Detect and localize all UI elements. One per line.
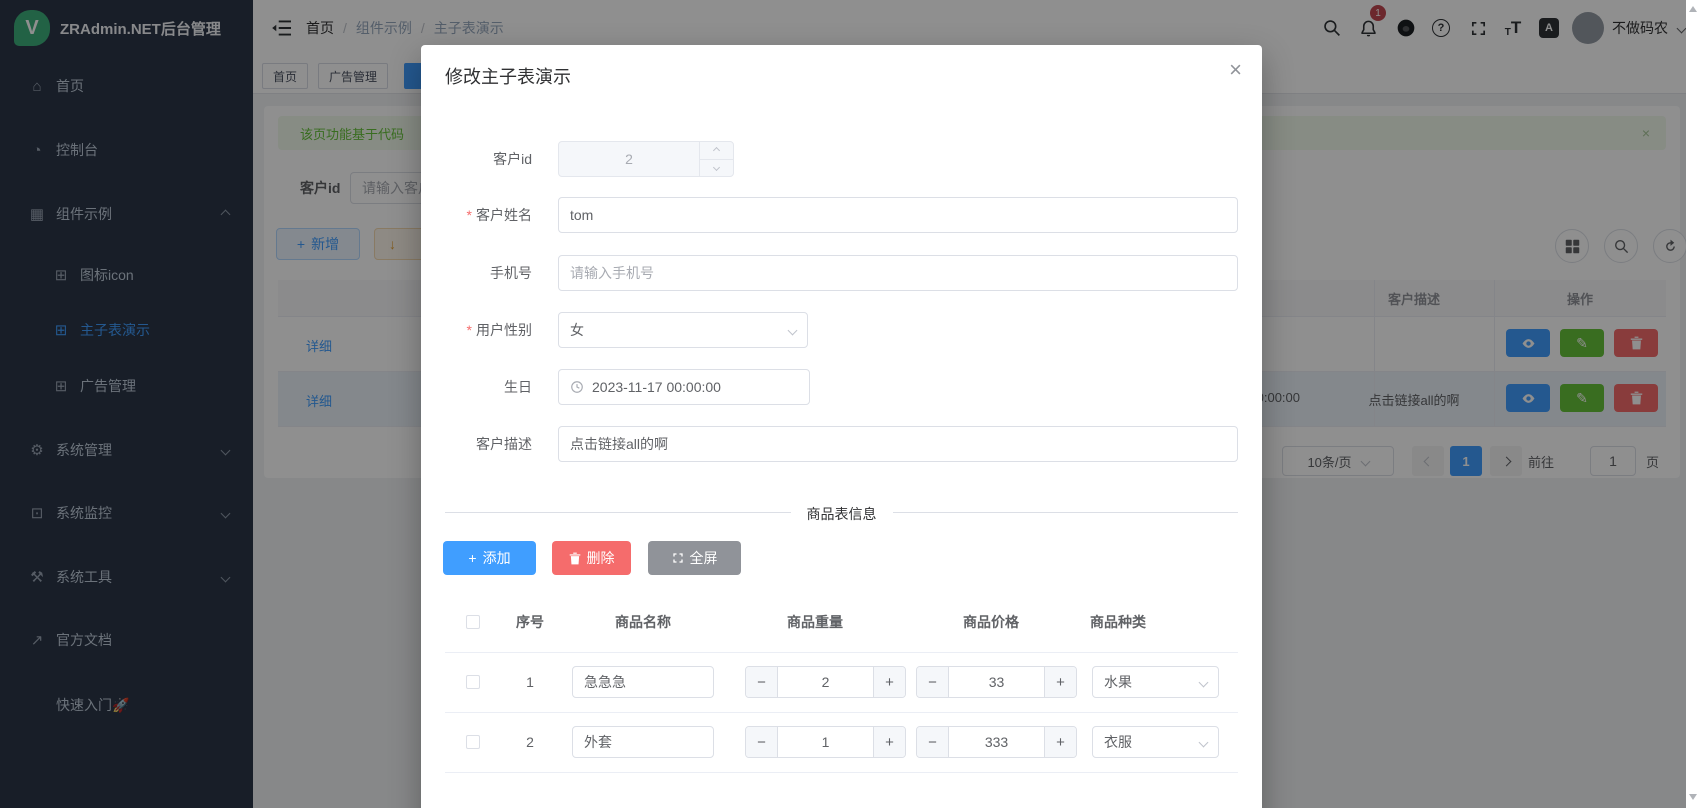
plus-icon: +: [468, 550, 476, 566]
chevron-down-icon: [1199, 677, 1209, 687]
price-stepper: − 33 +: [916, 666, 1077, 698]
row-checkbox[interactable]: [466, 735, 480, 749]
trash-icon: [569, 552, 581, 565]
form-row-customer-name: 客户姓名: [421, 197, 1262, 233]
increase-button[interactable]: +: [873, 727, 905, 757]
scroll-up-arrow-icon[interactable]: [1689, 6, 1697, 12]
price-value[interactable]: 33: [949, 667, 1044, 697]
dialog-title: 修改主子表演示: [445, 63, 571, 89]
dialog-close-icon[interactable]: ×: [1229, 57, 1242, 83]
row-divider: [445, 772, 1238, 773]
product-name-wrap: [572, 666, 714, 698]
page-scrollbar[interactable]: [1686, 0, 1700, 808]
row-divider: [445, 652, 1238, 653]
product-name-wrap: [572, 726, 714, 758]
col-header-seq: 序号: [515, 592, 545, 652]
category-select[interactable]: 水果: [1092, 666, 1219, 698]
col-header-weight: 商品重量: [745, 592, 885, 652]
increase-button[interactable]: +: [1044, 727, 1076, 757]
seq-cell: 1: [515, 652, 545, 712]
birthday-picker[interactable]: 2023-11-17 00:00:00: [558, 369, 810, 405]
fullscreen-icon: [672, 552, 684, 564]
child-fullscreen-label: 全屏: [690, 548, 718, 568]
form-row-customer-id: 客户id 2: [421, 141, 1262, 177]
category-value: 水果: [1104, 672, 1200, 692]
decrease-button[interactable]: −: [746, 667, 778, 697]
product-name-input[interactable]: [572, 726, 714, 758]
field-label: 用户性别: [431, 312, 544, 348]
form-row-phone: 手机号: [421, 255, 1262, 291]
customer-id-input: 2: [558, 141, 734, 177]
form-row-description: 客户描述: [421, 426, 1262, 462]
gender-value: 女: [570, 320, 789, 340]
clock-icon: [570, 380, 584, 394]
col-header-name: 商品名称: [573, 592, 713, 652]
product-name-input[interactable]: [572, 666, 714, 698]
phone-input[interactable]: [558, 255, 1238, 291]
customer-name-wrap: [558, 197, 1238, 233]
gender-select[interactable]: 女: [558, 312, 808, 348]
form-row-gender: 用户性别 女: [421, 312, 1262, 348]
field-label: 客户id: [431, 141, 544, 177]
section-title-wrap: 商品表信息: [421, 504, 1262, 524]
col-header-category: 商品种类: [1058, 592, 1178, 652]
customer-id-value: 2: [559, 142, 699, 176]
child-add-label: 添加: [483, 548, 511, 568]
field-label: 手机号: [431, 255, 544, 291]
app-screen: V ZRAdmin.NET后台管理 ⌂首页 ◔控制台 ▦组件示例 ⊞图标icon…: [0, 0, 1700, 808]
seq-cell: 2: [515, 712, 545, 772]
form-row-birthday: 生日 2023-11-17 00:00:00: [421, 369, 1262, 405]
weight-value[interactable]: 2: [778, 667, 873, 697]
birthday-value: 2023-11-17 00:00:00: [592, 379, 721, 395]
child-add-button[interactable]: + 添加: [443, 541, 536, 575]
scroll-down-arrow-icon[interactable]: [1689, 794, 1697, 800]
child-delete-label: 删除: [587, 548, 615, 568]
child-fullscreen-button[interactable]: 全屏: [648, 541, 741, 575]
edit-dialog: 修改主子表演示 × 客户id 2 客户姓名: [421, 45, 1262, 808]
number-spinner: [699, 142, 733, 176]
description-wrap: [558, 426, 1238, 462]
spinner-up-button[interactable]: [700, 142, 733, 160]
category-select[interactable]: 衣服: [1092, 726, 1219, 758]
chevron-down-icon: [788, 325, 798, 335]
section-title: 商品表信息: [791, 506, 893, 522]
chevron-down-icon: [1199, 737, 1209, 747]
weight-value[interactable]: 1: [778, 727, 873, 757]
decrease-button[interactable]: −: [746, 727, 778, 757]
customer-name-input[interactable]: [558, 197, 1238, 233]
child-delete-button[interactable]: 删除: [552, 541, 631, 575]
category-value: 衣服: [1104, 732, 1200, 752]
description-input[interactable]: [558, 426, 1238, 462]
select-all-checkbox[interactable]: [466, 615, 480, 629]
row-divider: [445, 712, 1238, 713]
weight-stepper: − 2 +: [745, 666, 906, 698]
weight-stepper: − 1 +: [745, 726, 906, 758]
field-label: 客户描述: [431, 426, 544, 462]
increase-button[interactable]: +: [1044, 667, 1076, 697]
col-header-price: 商品价格: [921, 592, 1061, 652]
field-label: 客户姓名: [431, 197, 544, 233]
phone-wrap: [558, 255, 1238, 291]
increase-button[interactable]: +: [873, 667, 905, 697]
field-label: 生日: [431, 369, 544, 405]
price-stepper: − 333 +: [916, 726, 1077, 758]
price-value[interactable]: 333: [949, 727, 1044, 757]
decrease-button[interactable]: −: [917, 667, 949, 697]
spinner-down-button[interactable]: [700, 160, 733, 177]
row-checkbox[interactable]: [466, 675, 480, 689]
decrease-button[interactable]: −: [917, 727, 949, 757]
